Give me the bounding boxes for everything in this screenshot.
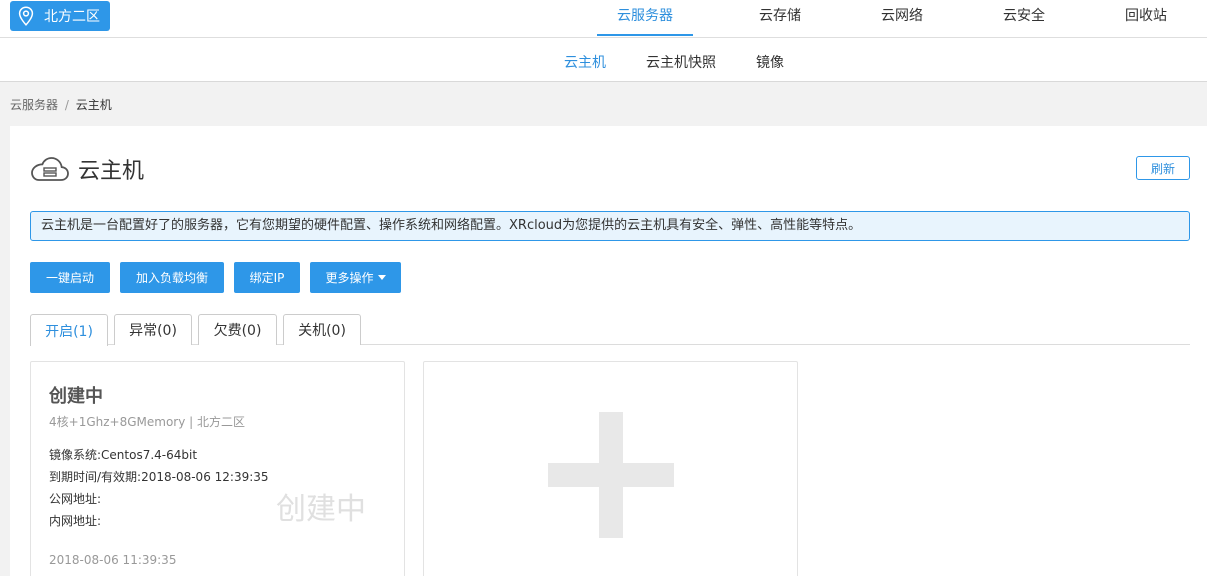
subnav-cloud-host[interactable]: 云主机 — [564, 52, 606, 72]
instance-private-ip: 内网地址: — [49, 514, 102, 528]
main-tab-recycle-bin[interactable]: 回收站 — [1085, 0, 1207, 36]
page-title: 云主机 — [78, 159, 145, 184]
add-load-balancer-label: 加入负载均衡 — [135, 271, 208, 285]
instance-image: 镜像系统:Centos7.4-64bit — [49, 448, 198, 462]
region-selector-button[interactable]: 北方二区 — [10, 1, 110, 31]
add-load-balancer-button[interactable]: 加入负载均衡 — [120, 262, 224, 293]
instance-status-title: 创建中 — [49, 386, 103, 407]
main-tab-cloud-server[interactable]: 云服务器 — [597, 0, 693, 36]
one-click-start-button[interactable]: 一键启动 — [30, 262, 110, 293]
main-tab-cloud-network[interactable]: 云网络 — [841, 0, 963, 36]
content-panel: 云主机 刷新 云主机是一台配置好了的服务器，它有您期望的硬件配置、操作系统和网络… — [10, 126, 1207, 576]
breadcrumb-parent[interactable]: 云服务器 — [10, 98, 58, 112]
cloud-server-icon — [30, 154, 70, 184]
instance-created-time: 2018-08-06 11:39:35 — [49, 553, 177, 567]
main-tab-cloud-security[interactable]: 云安全 — [963, 0, 1085, 36]
page-header: 云主机 — [30, 153, 144, 185]
tab-overdue[interactable]: 欠费(0) — [198, 314, 277, 345]
caret-down-icon — [377, 275, 386, 280]
top-navigation: 北方二区 云服务器 云存储 云网络 云安全 回收站 — [0, 0, 1207, 38]
state-tabs: 开启(1) 异常(0) 欠费(0) 关机(0) — [30, 314, 1190, 346]
location-pin-icon — [18, 6, 36, 26]
breadcrumb-current: 云主机 — [75, 98, 112, 112]
breadcrumb: 云服务器 / 云主机 — [10, 96, 112, 113]
instance-card[interactable]: 创建中 4核+1Ghz+8GMemory | 北方二区 镜像系统:Centos7… — [30, 361, 405, 576]
breadcrumb-separator: / — [64, 98, 69, 112]
instance-public-ip: 公网地址: — [49, 492, 102, 506]
bind-ip-label: 绑定IP — [249, 271, 285, 285]
more-actions-button[interactable]: 更多操作 — [310, 262, 401, 293]
main-tab-cloud-storage[interactable]: 云存储 — [719, 0, 841, 36]
sub-navigation: 云主机 云主机快照 镜像 — [0, 38, 1207, 82]
subnav-image[interactable]: 镜像 — [756, 52, 784, 72]
tab-abnormal[interactable]: 异常(0) — [114, 314, 192, 345]
action-toolbar: 一键启动 加入负载均衡 绑定IP 更多操作 — [30, 262, 411, 293]
refresh-button[interactable]: 刷新 — [1136, 156, 1190, 180]
one-click-start-label: 一键启动 — [45, 271, 94, 285]
add-instance-card[interactable] — [423, 361, 798, 576]
main-tabs: 云服务器 云存储 云网络 云安全 回收站 — [597, 0, 1207, 38]
info-notice: 云主机是一台配置好了的服务器，它有您期望的硬件配置、操作系统和网络配置。XRcl… — [30, 211, 1190, 241]
instance-spec: 4核+1Ghz+8GMemory | 北方二区 — [49, 415, 245, 429]
region-label: 北方二区 — [44, 9, 100, 25]
more-actions-label: 更多操作 — [325, 271, 374, 285]
creating-watermark: 创建中 — [276, 492, 366, 527]
instance-expiry: 到期时间/有效期:2018-08-06 12:39:35 — [49, 470, 269, 484]
bind-ip-button[interactable]: 绑定IP — [234, 262, 300, 293]
subnav-host-snapshot[interactable]: 云主机快照 — [646, 52, 716, 72]
tab-running[interactable]: 开启(1) — [30, 314, 108, 346]
tab-shutdown[interactable]: 关机(0) — [283, 314, 361, 345]
